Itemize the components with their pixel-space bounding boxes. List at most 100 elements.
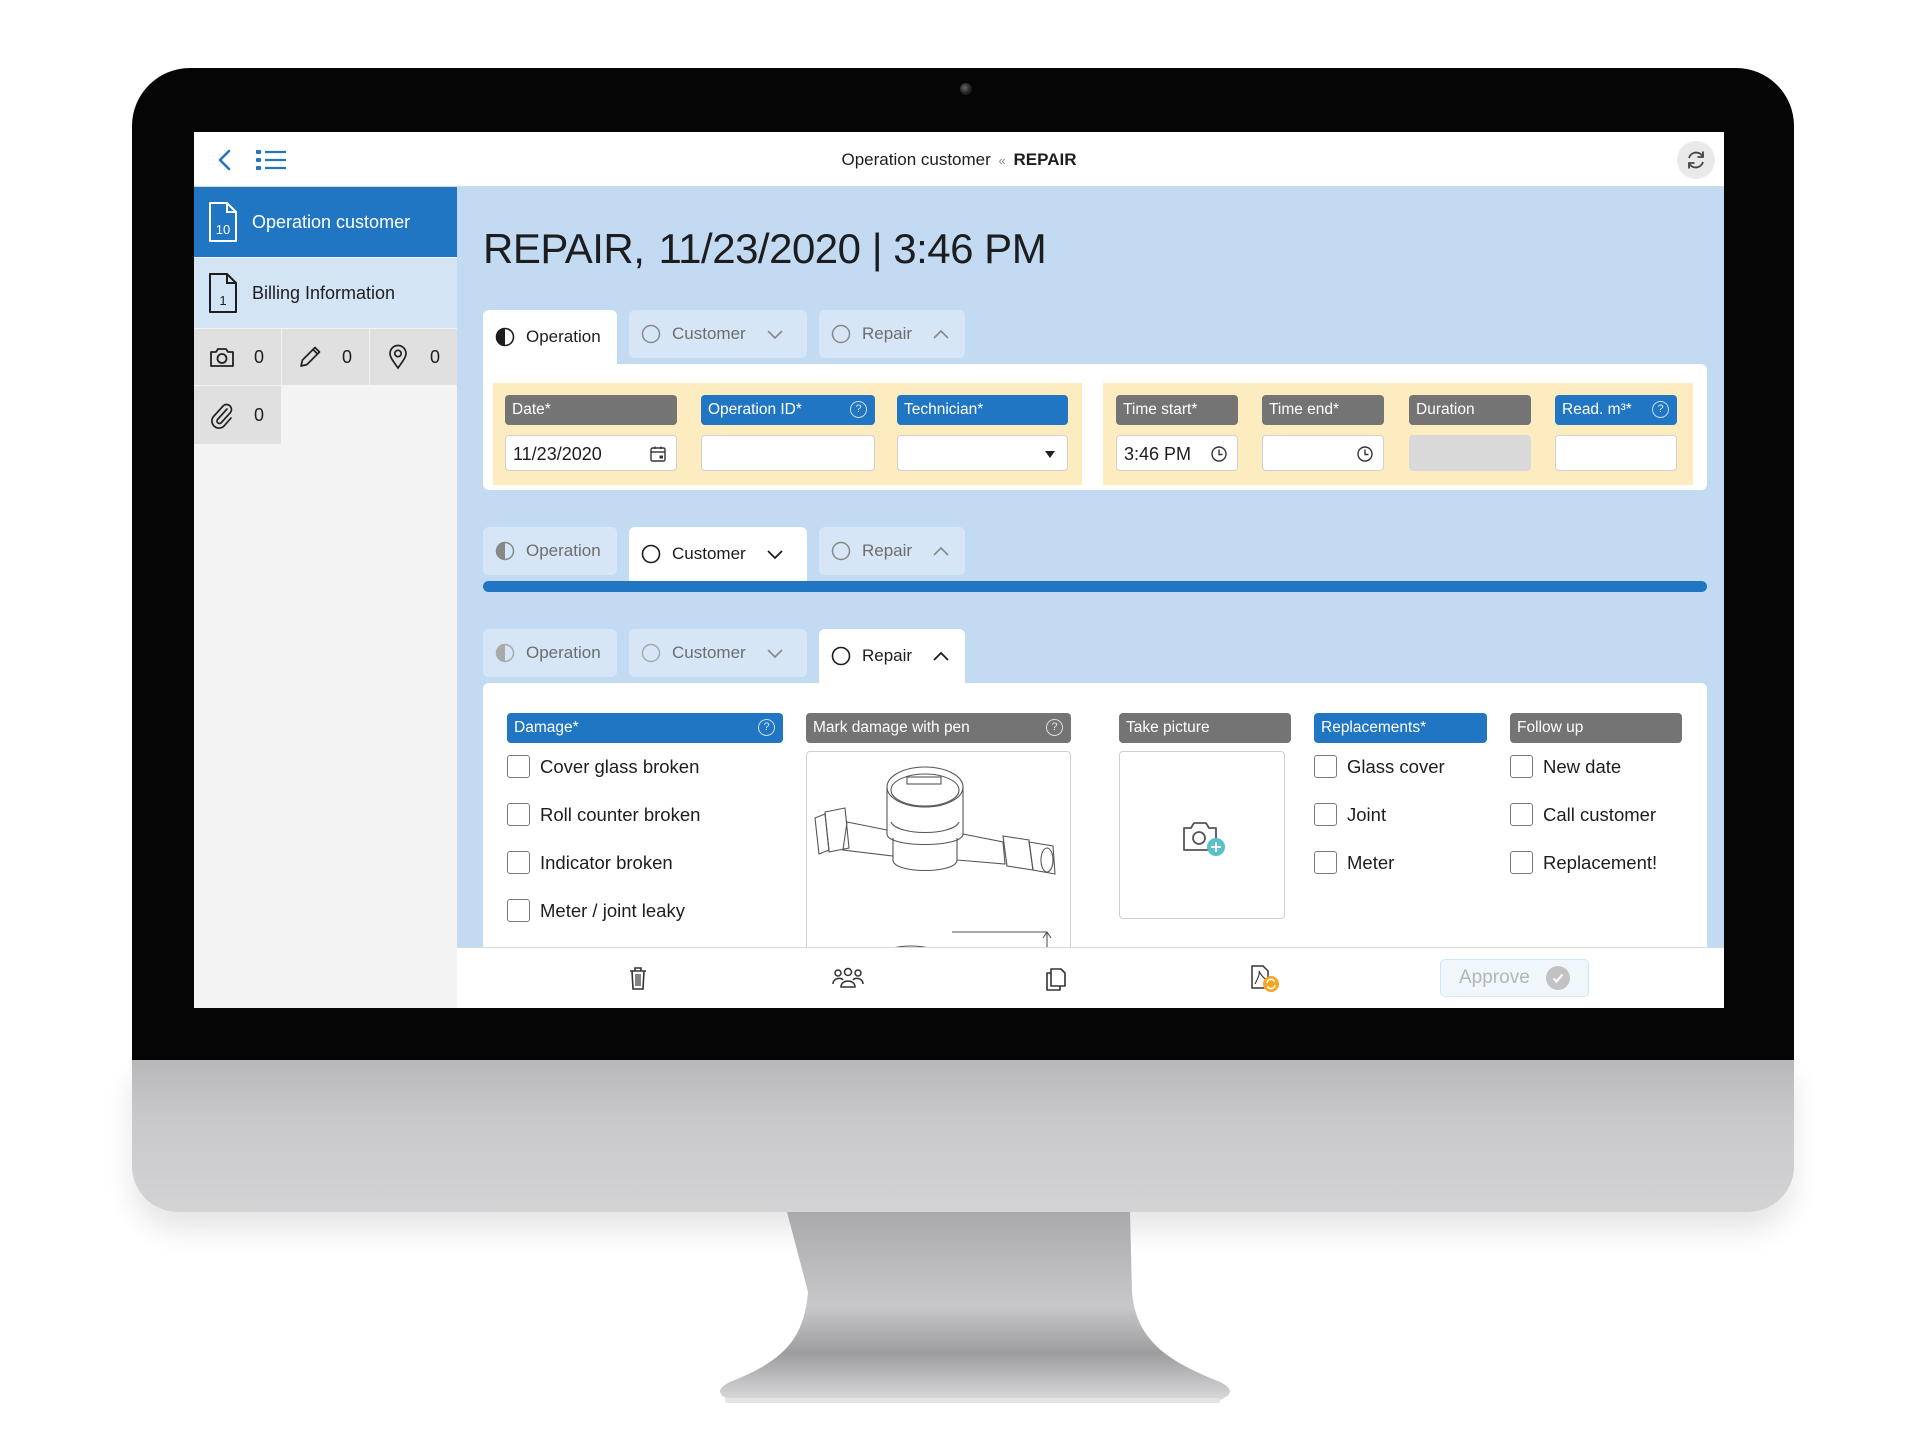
help-icon[interactable]: ? xyxy=(1652,401,1669,418)
checkbox[interactable] xyxy=(1510,851,1533,874)
checkbox-label: Meter / joint leaky xyxy=(540,899,685,921)
drawings-counter[interactable]: 0 xyxy=(282,329,369,385)
follow-up-option[interactable]: Call customer xyxy=(1510,803,1656,826)
replacement-option[interactable]: Meter xyxy=(1314,851,1394,874)
attachments-counter[interactable]: 0 xyxy=(194,386,281,444)
time-start-input[interactable]: 3:46 PM xyxy=(1116,435,1238,471)
tab-customer[interactable]: Customer xyxy=(629,629,807,677)
operation-id-label: Operation ID* ? xyxy=(701,395,875,425)
tabs-operation-section: Operation Customer Repair xyxy=(483,310,965,364)
empty-circle-icon xyxy=(831,646,851,666)
checkbox[interactable] xyxy=(507,755,530,778)
locations-count: 0 xyxy=(430,346,441,367)
empty-circle-icon xyxy=(641,643,661,663)
sync-button[interactable] xyxy=(1677,141,1715,179)
date-input[interactable]: 11/23/2020 xyxy=(505,435,677,471)
people-icon[interactable] xyxy=(831,963,865,993)
tab-operation[interactable]: Operation xyxy=(483,310,617,364)
date-value: 11/23/2020 xyxy=(513,444,602,464)
damage-option[interactable]: Roll counter broken xyxy=(507,803,700,826)
damage-option[interactable]: Indicator broken xyxy=(507,851,673,874)
chevron-down-icon xyxy=(767,550,783,560)
help-icon[interactable]: ? xyxy=(1046,719,1063,736)
damage-drawing-canvas[interactable] xyxy=(806,751,1071,947)
tab-label: Customer xyxy=(672,643,746,662)
follow-up-option[interactable]: Replacement! xyxy=(1510,851,1657,874)
sidebar-item-label: Billing Information xyxy=(252,282,396,303)
empty-circle-icon xyxy=(641,544,661,564)
checkbox[interactable] xyxy=(507,851,530,874)
tab-label: Repair xyxy=(862,541,913,560)
checkbox[interactable] xyxy=(1314,803,1337,826)
approve-button[interactable]: Approve xyxy=(1440,959,1589,997)
checkbox-label: Cover glass broken xyxy=(540,755,700,777)
photos-count: 0 xyxy=(254,346,265,367)
checkbox[interactable] xyxy=(507,899,530,922)
reading-label: Read. m³* ? xyxy=(1555,395,1677,425)
checkbox-label: Joint xyxy=(1347,803,1387,825)
duration-input xyxy=(1409,435,1531,471)
tab-operation[interactable]: Operation xyxy=(483,527,617,575)
help-icon[interactable]: ? xyxy=(758,719,775,736)
checkbox[interactable] xyxy=(507,803,530,826)
take-picture-area[interactable] xyxy=(1119,751,1285,919)
document-count: 10 xyxy=(215,222,231,237)
bottom-toolbar: Approve xyxy=(457,947,1724,1008)
duration-label: Duration xyxy=(1409,395,1531,425)
pdf-sync-icon[interactable] xyxy=(1247,963,1283,993)
time-start-label: Time start* xyxy=(1116,395,1238,425)
tab-repair[interactable]: Repair xyxy=(819,310,965,358)
tab-label: Operation xyxy=(526,327,601,346)
tab-operation[interactable]: Operation xyxy=(483,629,617,677)
reading-input[interactable] xyxy=(1555,435,1677,471)
checkbox[interactable] xyxy=(1510,803,1533,826)
half-circle-icon xyxy=(495,643,515,663)
trash-icon[interactable] xyxy=(623,963,653,993)
tab-repair[interactable]: Repair xyxy=(819,629,965,683)
sidebar-item-operation-customer[interactable]: 10 Operation customer xyxy=(194,187,457,257)
dropdown-arrow-icon[interactable] xyxy=(1044,448,1056,460)
operation-id-input[interactable] xyxy=(701,435,875,471)
tab-customer[interactable]: Customer xyxy=(629,310,807,358)
sidebar: 10 Operation customer 1 Billing Informat… xyxy=(194,187,457,1008)
damage-option[interactable]: Meter / joint leaky xyxy=(507,899,685,922)
chevron-up-icon xyxy=(933,546,949,556)
add-photo-icon xyxy=(1183,822,1225,856)
refresh-icon xyxy=(1688,151,1704,169)
copy-icon[interactable] xyxy=(1041,963,1071,993)
pencil-icon xyxy=(300,346,321,367)
replacement-option[interactable]: Glass cover xyxy=(1314,755,1445,778)
technician-select[interactable] xyxy=(897,435,1068,471)
checkbox[interactable] xyxy=(1314,851,1337,874)
empty-circle-icon xyxy=(641,324,661,344)
clock-icon[interactable] xyxy=(1356,445,1374,463)
help-icon[interactable]: ? xyxy=(850,401,867,418)
customer-collapsed-bar[interactable] xyxy=(483,581,1707,592)
damage-option[interactable]: Cover glass broken xyxy=(507,755,699,778)
follow-up-option[interactable]: New date xyxy=(1510,755,1621,778)
checkbox-label: Call customer xyxy=(1543,803,1657,825)
technician-label: Technician* xyxy=(897,395,1068,425)
title-suffix: REPAIR xyxy=(1013,150,1077,169)
app-screen: Operation customer « REPAIR 10 Operation… xyxy=(194,132,1724,1008)
damage-label: Damage* ? xyxy=(507,713,783,743)
replacement-option[interactable]: Joint xyxy=(1314,803,1386,826)
tab-label: Customer xyxy=(672,324,746,343)
checkbox-label: Replacement! xyxy=(1543,851,1658,873)
document-count: 1 xyxy=(219,293,227,308)
tab-customer[interactable]: Customer xyxy=(629,527,807,581)
locations-counter[interactable]: 0 xyxy=(370,329,457,385)
mark-damage-label-text: Mark damage with pen xyxy=(813,719,970,736)
tab-label: Repair xyxy=(862,646,913,665)
tab-repair[interactable]: Repair xyxy=(819,527,965,575)
top-bar: Operation customer « REPAIR xyxy=(194,132,1724,187)
checkbox-label: New date xyxy=(1543,755,1622,777)
webcam xyxy=(960,83,972,95)
time-end-input[interactable] xyxy=(1262,435,1384,471)
checkbox[interactable] xyxy=(1314,755,1337,778)
calendar-icon[interactable] xyxy=(649,445,667,463)
sidebar-item-billing-information[interactable]: 1 Billing Information xyxy=(194,258,457,328)
photos-counter[interactable]: 0 xyxy=(194,329,281,385)
checkbox[interactable] xyxy=(1510,755,1533,778)
clock-icon[interactable] xyxy=(1210,445,1228,463)
